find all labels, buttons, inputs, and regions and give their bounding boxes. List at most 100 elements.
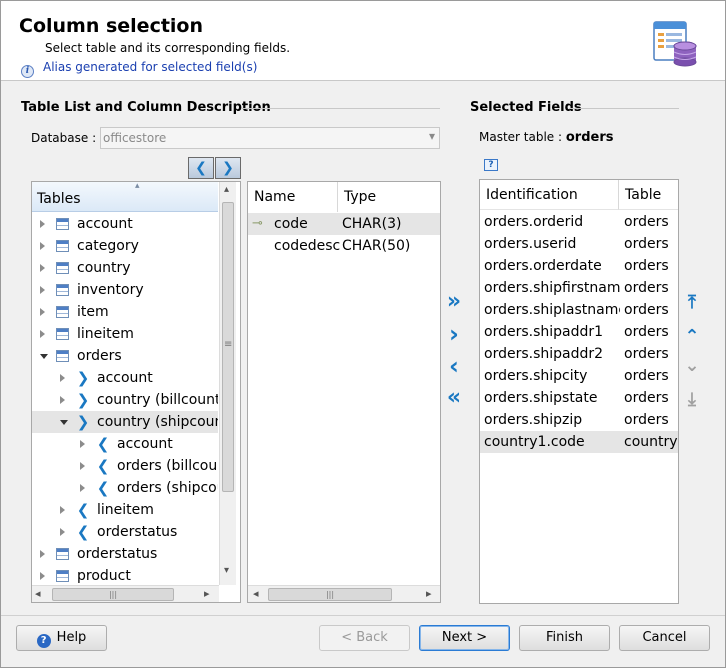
field-table: orders xyxy=(624,368,669,384)
help-icon[interactable]: ? xyxy=(484,159,498,171)
expand-arrow-icon[interactable] xyxy=(60,396,65,404)
selected-field-row[interactable]: orders.shiplastname orders xyxy=(480,299,678,321)
columns-panel[interactable]: Name Type ⊸ code CHAR(3) codedesc CHAR(50) ◂… xyxy=(247,181,441,603)
tree-item[interactable]: account xyxy=(32,213,218,235)
table-icon xyxy=(56,548,69,560)
selected-fields-panel[interactable]: Identification Table orders.orderid order… xyxy=(479,179,679,604)
selected-field-row[interactable]: orders.shipaddr2 orders xyxy=(480,343,678,365)
tree-item[interactable]: orders xyxy=(32,345,218,367)
scroll-left-icon[interactable]: ◂ xyxy=(253,587,259,600)
expand-arrow-icon[interactable] xyxy=(60,528,65,536)
chevron-down-icon: ⌄ xyxy=(684,355,700,376)
selected-field-row[interactable]: orders.shipfirstname orders xyxy=(480,277,678,299)
tree-hscroll-thumb[interactable]: ||| xyxy=(52,588,174,601)
field-table: orders xyxy=(624,324,669,340)
remove-all-button[interactable]: « xyxy=(444,385,464,410)
collapse-arrow-icon[interactable] xyxy=(60,420,68,425)
tree-item[interactable]: country xyxy=(32,257,218,279)
selected-field-row[interactable]: orders.userid orders xyxy=(480,233,678,255)
tree-item[interactable]: ❮ account xyxy=(32,433,218,455)
field-identification: country1.code xyxy=(484,434,585,450)
move-bottom-button[interactable]: ⤓ xyxy=(682,390,702,410)
scroll-down-icon[interactable]: ▾ xyxy=(224,565,229,576)
database-select[interactable]: officestore ▾ xyxy=(100,127,440,149)
tree-item[interactable]: ❯ country (shipcount xyxy=(32,411,218,433)
tree-item[interactable]: orderstatus xyxy=(32,543,218,565)
selected-field-row[interactable]: orders.orderid orders xyxy=(480,211,678,233)
tree-item[interactable]: ❮ orders (shipcou xyxy=(32,477,218,499)
add-button[interactable]: › xyxy=(444,322,464,347)
move-top-button[interactable]: ⤒ xyxy=(682,293,702,313)
scroll-up-icon[interactable]: ▴ xyxy=(224,184,229,195)
tree-item[interactable]: ❯ country (billcountr xyxy=(32,389,218,411)
tree-scroll-thumb[interactable]: ≡ xyxy=(222,202,234,492)
relation-out-icon: ❯ xyxy=(76,413,90,431)
field-identification: orders.userid xyxy=(484,236,577,252)
next-button[interactable]: Next > xyxy=(419,625,510,651)
hgrip-icon: ||| xyxy=(325,590,335,599)
column-header-name[interactable]: Name xyxy=(248,182,338,212)
expand-arrow-icon[interactable] xyxy=(80,484,85,492)
double-chevron-left-icon: « xyxy=(446,385,462,410)
expand-arrow-icon[interactable] xyxy=(40,572,45,580)
scroll-right-icon[interactable]: ▸ xyxy=(426,587,432,600)
field-identification: orders.shipaddr2 xyxy=(484,346,604,362)
tree-item[interactable]: ❯ account xyxy=(32,367,218,389)
add-all-button[interactable]: » xyxy=(444,291,464,313)
tree-item[interactable]: lineitem xyxy=(32,323,218,345)
page-subtitle: Select table and its corresponding field… xyxy=(45,41,291,55)
column-row[interactable]: ⊸ code CHAR(3) xyxy=(248,213,440,235)
nav-forward-button[interactable]: ❯ xyxy=(215,157,241,179)
columns-hscroll-thumb[interactable]: ||| xyxy=(268,588,392,601)
expand-arrow-icon[interactable] xyxy=(40,550,45,558)
selected-field-row[interactable]: orders.orderdate orders xyxy=(480,255,678,277)
column-header-identification[interactable]: Identification xyxy=(480,180,619,210)
expand-arrow-icon[interactable] xyxy=(60,506,65,514)
expand-arrow-icon[interactable] xyxy=(80,440,85,448)
column-header-type[interactable]: Type xyxy=(338,182,440,212)
tree-item[interactable]: ❮ lineitem xyxy=(32,499,218,521)
scroll-left-icon[interactable]: ◂ xyxy=(35,587,41,600)
tree-vertical-scrollbar[interactable]: ▴ ≡ ▾ xyxy=(219,182,236,585)
tree-item[interactable]: inventory xyxy=(32,279,218,301)
selected-field-row[interactable]: country1.code country xyxy=(480,431,678,453)
expand-arrow-icon[interactable] xyxy=(40,242,45,250)
expand-arrow-icon[interactable] xyxy=(40,264,45,272)
columns-horizontal-scrollbar[interactable]: ◂ ||| ▸ xyxy=(248,585,440,602)
expand-arrow-icon[interactable] xyxy=(40,220,45,228)
expand-arrow-icon[interactable] xyxy=(40,308,45,316)
column-row[interactable]: codedesc CHAR(50) xyxy=(248,235,440,257)
move-down-button[interactable]: ⌄ xyxy=(682,356,702,376)
cancel-button[interactable]: Cancel xyxy=(619,625,710,651)
back-button[interactable]: < Back xyxy=(319,625,410,651)
selected-field-row[interactable]: orders.shipstate orders xyxy=(480,387,678,409)
tree-item[interactable]: ❮ orderstatus xyxy=(32,521,218,543)
selected-field-row[interactable]: orders.shipaddr1 orders xyxy=(480,321,678,343)
selected-field-row[interactable]: orders.shipzip orders xyxy=(480,409,678,431)
tables-header[interactable]: Tables ▴ xyxy=(32,182,218,212)
scroll-right-icon[interactable]: ▸ xyxy=(204,587,210,600)
expand-arrow-icon[interactable] xyxy=(40,330,45,338)
column-header-table[interactable]: Table xyxy=(619,180,678,210)
tree-item[interactable]: item xyxy=(32,301,218,323)
tree-item[interactable]: category xyxy=(32,235,218,257)
finish-button[interactable]: Finish xyxy=(519,625,610,651)
selected-field-row[interactable]: orders.shipcity orders xyxy=(480,365,678,387)
expand-arrow-icon[interactable] xyxy=(60,374,65,382)
tree-horizontal-scrollbar[interactable]: ◂ ||| ▸ xyxy=(32,585,219,602)
field-identification: orders.shipfirstname xyxy=(484,280,620,296)
tables-tree-panel[interactable]: Tables ▴ account category country inventory… xyxy=(31,181,241,603)
tree-item-label: category xyxy=(77,238,139,254)
tree-item[interactable]: ❮ orders (billcour xyxy=(32,455,218,477)
help-button[interactable]: ? Help xyxy=(16,625,107,651)
expand-arrow-icon[interactable] xyxy=(80,462,85,470)
collapse-arrow-icon[interactable] xyxy=(40,354,48,359)
remove-button[interactable]: ‹ xyxy=(444,354,464,379)
table-icon xyxy=(56,240,69,252)
tree-item[interactable]: product xyxy=(32,565,218,583)
table-icon xyxy=(56,262,69,274)
expand-arrow-icon[interactable] xyxy=(40,286,45,294)
move-up-button[interactable]: ⌃ xyxy=(682,327,702,347)
nav-back-button[interactable]: ❮ xyxy=(188,157,214,179)
relation-out-icon: ❯ xyxy=(76,369,90,387)
